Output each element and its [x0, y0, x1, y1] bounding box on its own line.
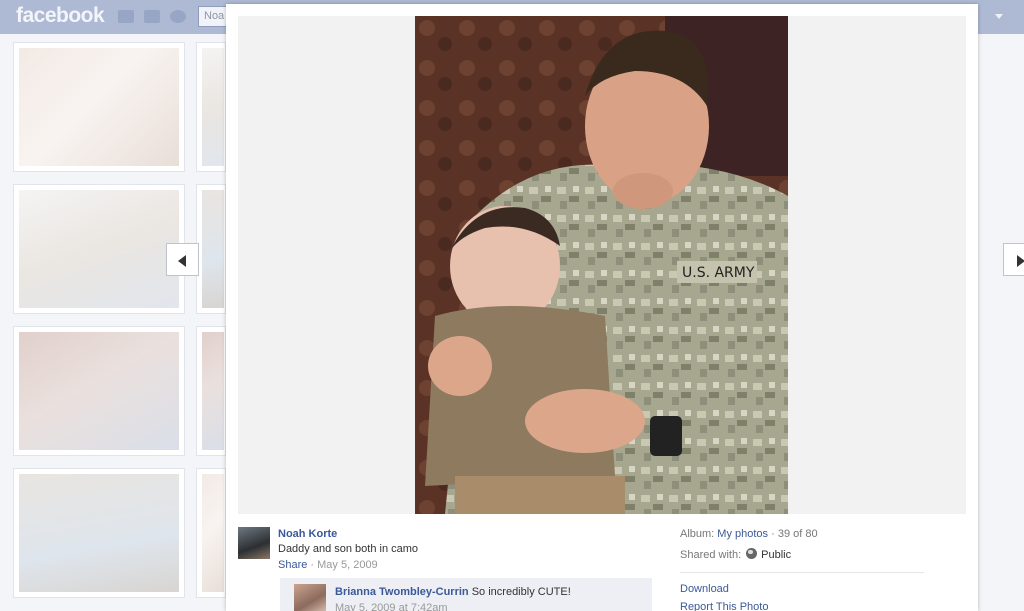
shared-with-label: Shared with:	[680, 549, 742, 561]
friend-requests-icon[interactable]	[118, 10, 134, 23]
photo-details: Noah Korte Daddy and son both in camo Sh…	[238, 526, 966, 611]
commenter-avatar[interactable]	[294, 584, 326, 611]
privacy-value[interactable]: Public	[761, 549, 791, 561]
comment-timestamp[interactable]: May 5, 2009 at 7:42am	[335, 602, 448, 611]
album-thumbnail[interactable]	[13, 184, 185, 314]
album-thumbnail[interactable]	[13, 326, 185, 456]
thumbnail-image	[202, 48, 224, 166]
commenter-name-link[interactable]: Brianna Twombley-Currin	[335, 586, 469, 598]
globe-icon	[746, 548, 758, 559]
comment-body: So incredibly CUTE!	[468, 586, 571, 598]
album-thumbnail[interactable]	[196, 468, 226, 598]
photo-stage: U.S. ARMY	[238, 16, 966, 514]
thumbnail-image	[202, 332, 224, 450]
thumbnail-image	[19, 190, 179, 308]
album-name-link[interactable]: My photos	[717, 528, 768, 540]
album-thumbnail[interactable]	[196, 326, 226, 456]
thumbnail-image	[19, 474, 179, 592]
chevron-down-icon	[995, 14, 1003, 19]
album-thumbnail[interactable]	[13, 42, 185, 172]
photo-viewer: U.S. ARMY Noah Korte Daddy and son both …	[226, 4, 978, 611]
download-link[interactable]: Download	[680, 583, 924, 601]
comment-item: Brianna Twombley-Currin So incredibly CU…	[280, 578, 652, 611]
author-name-link[interactable]: Noah Korte	[278, 528, 337, 540]
author-avatar[interactable]	[238, 527, 270, 559]
album-position: · 39 of 80	[768, 528, 818, 540]
next-photo-button[interactable]	[1003, 243, 1024, 276]
share-link[interactable]: Share	[278, 559, 307, 571]
album-info: Album: My photos · 39 of 80	[680, 528, 924, 548]
photo-sidebar: Album: My photos · 39 of 80 Shared with:…	[680, 528, 924, 611]
svg-text:U.S. ARMY: U.S. ARMY	[682, 265, 755, 281]
album-thumbnail[interactable]	[196, 42, 226, 172]
photo-caption: Daddy and son both in camo	[278, 543, 419, 555]
album-thumbnail[interactable]	[13, 468, 185, 598]
account-menu[interactable]	[978, 0, 1024, 34]
comment-text: Brianna Twombley-Currin So incredibly CU…	[335, 586, 571, 598]
album-thumbnail[interactable]	[196, 184, 226, 314]
thumbnail-image	[202, 474, 224, 592]
previous-photo-button[interactable]	[166, 243, 199, 276]
photo-actions: Share · May 5, 2009	[278, 559, 378, 571]
photo-image: U.S. ARMY	[415, 16, 788, 514]
separator-dot: ·	[307, 559, 318, 571]
divider	[680, 572, 924, 573]
facebook-logo[interactable]: facebook	[16, 4, 105, 28]
messages-icon[interactable]	[144, 10, 160, 23]
thumbnail-image	[19, 332, 179, 450]
report-photo-link[interactable]: Report This Photo	[680, 601, 924, 611]
arrow-left-icon	[178, 255, 186, 267]
main-photo[interactable]: U.S. ARMY	[415, 16, 788, 514]
privacy-info: Shared with: Public	[680, 548, 924, 568]
thumbnail-image	[202, 190, 224, 308]
arrow-right-icon	[1017, 255, 1024, 267]
photo-date: May 5, 2009	[317, 559, 378, 571]
thumbnail-image	[19, 48, 179, 166]
album-label: Album:	[680, 528, 718, 540]
notifications-icon[interactable]	[170, 10, 186, 23]
